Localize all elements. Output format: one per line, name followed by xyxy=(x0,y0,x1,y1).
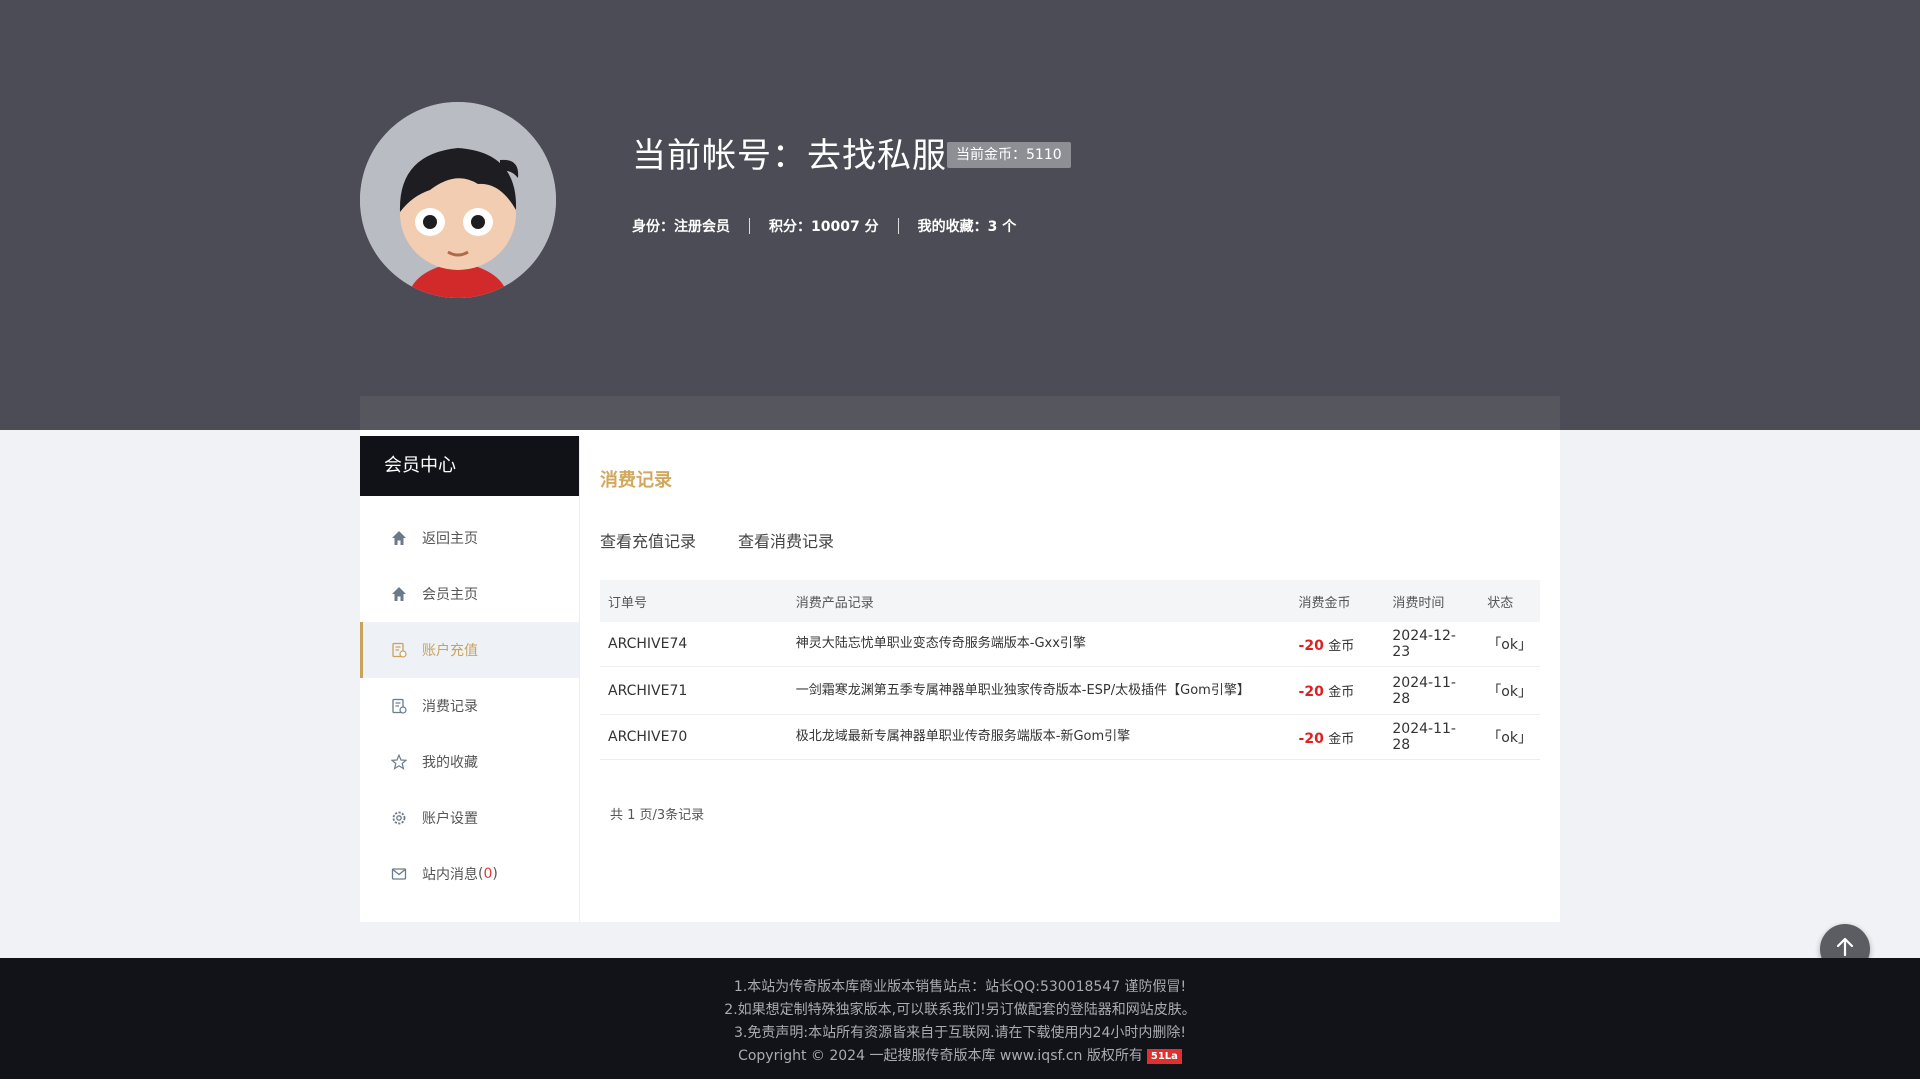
footer-line: 3.免责声明:本站所有资源皆来自于互联网.请在下载使用内24小时内删除! xyxy=(734,1025,1186,1041)
account-name: 去找私服 xyxy=(807,136,947,176)
status-badge: 「ok」 xyxy=(1479,622,1540,667)
sidebar-item-member-home[interactable]: 会员主页 xyxy=(360,566,579,622)
purchase-time: 2024-12-23 xyxy=(1384,622,1480,667)
page-title: 消费记录 xyxy=(600,470,672,491)
table-header-row: 订单号 消费产品记录 消费金币 消费时间 状态 xyxy=(600,580,1540,622)
account-label: 当前帐号： xyxy=(632,136,807,176)
product-name: 极北龙域最新专属神器单职业传奇服务端版本-新Gom引擎 xyxy=(787,714,1291,760)
avatar xyxy=(360,102,556,298)
product-name: 神灵大陆忘忧单职业变态传奇服务端版本-Gxx引擎 xyxy=(787,622,1291,667)
cost-cell: -20 金币 xyxy=(1290,666,1385,715)
record-icon xyxy=(390,697,408,715)
order-id: ARCHIVE74 xyxy=(600,622,788,667)
member-panel: 会员中心 返回主页 会员主页 账户充值 消费记录 我的收藏 账户设置 站内消息 … xyxy=(360,430,1560,922)
gear-icon xyxy=(390,809,408,827)
footer-copyright: Copyright © 2024 一起搜服传奇版本库 www.iqsf.cn 版… xyxy=(0,1045,1920,1068)
sidebar-item-return-home[interactable]: 返回主页 xyxy=(360,510,579,566)
sidebar-item-account-settings[interactable]: 账户设置 xyxy=(360,790,579,846)
home-icon xyxy=(390,529,408,547)
consumption-table: 订单号 消费产品记录 消费金币 消费时间 状态 ARCHIVE74 神灵大陆忘忧… xyxy=(600,580,1540,760)
footer-line: 2.如果想定制特殊独家版本,可以联系我们!另订做配套的登陆器和网站皮肤。 xyxy=(724,1002,1196,1018)
record-tabs: 查看充值记录 查看消费记录 xyxy=(600,528,1540,552)
column-header: 订单号 xyxy=(600,580,788,622)
column-header: 消费金币 xyxy=(1290,580,1385,622)
meta-divider xyxy=(897,218,899,234)
user-meta: 身份：注册会员 积分：10007 分 我的收藏：3 个 xyxy=(632,216,1016,236)
account-title: 当前帐号：去找私服 xyxy=(632,128,947,177)
table-row: ARCHIVE74 神灵大陆忘忧单职业变态传奇服务端版本-Gxx引擎 -20 金… xyxy=(600,622,1540,667)
cost-cell: -20 金币 xyxy=(1290,714,1385,760)
status-badge: 「ok」 xyxy=(1479,714,1540,760)
table-row: ARCHIVE71 一剑霜寒龙渊第五季专属神器单职业独家传奇版本-ESP/太极插… xyxy=(600,666,1540,715)
pagination-info: 共 1 页/3条记录 xyxy=(610,808,705,823)
profile-header xyxy=(0,0,1920,430)
order-id: ARCHIVE70 xyxy=(600,714,788,760)
coin-balance-badge: 当前金币：5110 xyxy=(947,142,1071,168)
column-header: 消费时间 xyxy=(1384,580,1480,622)
recharge-icon xyxy=(390,641,408,659)
main-content: 消费记录 查看充值记录 查看消费记录 订单号 消费产品记录 消费金币 消费时间 … xyxy=(600,466,1540,823)
star-icon xyxy=(390,753,408,771)
table-row: ARCHIVE70 极北龙域最新专属神器单职业传奇服务端版本-新Gom引擎 -2… xyxy=(600,714,1540,760)
product-name: 一剑霜寒龙渊第五季专属神器单职业独家传奇版本-ESP/太极插件【Gom引擎】 xyxy=(787,666,1291,715)
header-strip xyxy=(360,396,1560,430)
sidebar-title: 会员中心 xyxy=(360,436,579,496)
meta-divider xyxy=(749,218,750,234)
sidebar-item-favorites[interactable]: 我的收藏 xyxy=(360,734,579,790)
mail-icon xyxy=(390,865,408,883)
footer-line: 1.本站为传奇版本库商业版本销售站点：站长QQ:530018547 谨防假冒! xyxy=(733,979,1187,995)
site-footer: 1.本站为传奇版本库商业版本销售站点：站长QQ:530018547 谨防假冒! … xyxy=(0,958,1920,1079)
message-count: 0 xyxy=(483,866,493,882)
column-header: 状态 xyxy=(1479,580,1540,622)
tab-recharge-records[interactable]: 查看充值记录 xyxy=(600,528,696,552)
purchase-time: 2024-11-28 xyxy=(1384,714,1480,760)
home-icon xyxy=(390,585,408,603)
favorites-info: 我的收藏：3 个 xyxy=(917,219,1017,235)
purchase-time: 2024-11-28 xyxy=(1384,666,1480,715)
status-badge: 「ok」 xyxy=(1479,666,1540,715)
sidebar-item-consumption-records[interactable]: 消费记录 xyxy=(360,678,579,734)
identity-info: 身份：注册会员 xyxy=(632,219,730,235)
sidebar-item-recharge[interactable]: 账户充值 xyxy=(360,622,579,678)
51la-badge[interactable]: 51La xyxy=(1146,1048,1182,1064)
member-sidebar: 会员中心 返回主页 会员主页 账户充值 消费记录 我的收藏 账户设置 站内消息 … xyxy=(360,436,580,922)
points-info: 积分：10007 分 xyxy=(769,219,879,235)
sidebar-menu: 返回主页 会员主页 账户充值 消费记录 我的收藏 账户设置 站内消息 (0) xyxy=(360,496,579,902)
sidebar-item-messages[interactable]: 站内消息(0) xyxy=(360,846,579,902)
order-id: ARCHIVE71 xyxy=(600,666,788,715)
tab-consumption-records[interactable]: 查看消费记录 xyxy=(738,528,834,552)
column-header: 消费产品记录 xyxy=(787,580,1291,622)
cost-cell: -20 金币 xyxy=(1290,622,1385,667)
